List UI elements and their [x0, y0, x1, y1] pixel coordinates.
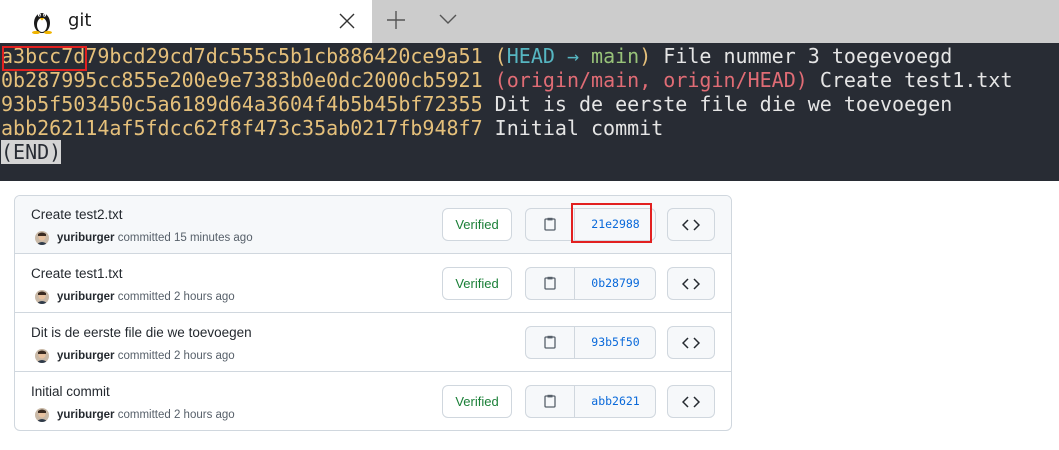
commit-byline: yuriburger committed 2 hours ago [57, 350, 235, 362]
code-icon [682, 337, 700, 349]
commit-row: Create test1.txt yuriburger committed 2 … [15, 255, 731, 313]
highlight-box [571, 203, 652, 243]
commit-title-link[interactable]: Initial commit [31, 384, 110, 399]
commit-message: File nummer 3 toegevoegd [651, 44, 953, 68]
author-link[interactable]: yuriburger [57, 350, 115, 362]
commit-hash: abb262114af5fdcc62f8f473c35ab0217fb948f7 [1, 116, 483, 140]
copy-sha-button[interactable] [526, 327, 575, 358]
verified-badge[interactable]: Verified [442, 385, 512, 418]
tab-bar: git [0, 0, 1059, 43]
head-ref: HEAD [506, 44, 555, 68]
browse-repo-button[interactable] [667, 267, 715, 300]
commit-sha-link[interactable]: abb2621 [576, 386, 655, 417]
close-icon[interactable] [338, 12, 356, 30]
user-avatar[interactable] [35, 349, 49, 363]
remote-ref: origin/HEAD [663, 68, 796, 92]
copy-sha-button[interactable] [526, 268, 575, 299]
commit-row: Dit is de eerste file die we toevoegen y… [15, 314, 731, 372]
copy-sha-button[interactable] [526, 386, 575, 417]
commit-message: Create test1.txt [807, 68, 1013, 92]
commit-title-link[interactable]: Create test1.txt [31, 266, 123, 281]
commit-hash: 0b287995cc855e200e9e7383b0e0dc2000cb5921 [1, 68, 483, 92]
verified-badge[interactable]: Verified [442, 267, 512, 300]
log-line: 0b287995cc855e200e9e7383b0e0dc2000cb5921… [1, 68, 1013, 92]
chevron-down-icon[interactable] [438, 12, 458, 26]
log-line: abb262114af5fdcc62f8f473c35ab0217fb948f7… [1, 116, 663, 140]
code-icon [682, 396, 700, 408]
author-link[interactable]: yuriburger [57, 409, 115, 421]
clipboard-icon [544, 276, 556, 290]
tab-title: git [68, 10, 92, 31]
commit-hash: 93b5f503450c5a6189d64a3604f4b5b45bf72355 [1, 92, 483, 116]
terminal-output: a3bcc7d79bcd29cd7dc555c5b1cb886420ce9a51… [0, 43, 1059, 181]
user-avatar[interactable] [35, 231, 49, 245]
plus-icon[interactable] [386, 10, 406, 30]
clipboard-icon [544, 217, 556, 231]
author-link[interactable]: yuriburger [57, 232, 115, 244]
log-line: a3bcc7d79bcd29cd7dc555c5b1cb886420ce9a51… [1, 44, 953, 68]
commit-byline: yuriburger committed 15 minutes ago [57, 232, 253, 244]
commit-title-link[interactable]: Dit is de eerste file die we toevoegen [31, 325, 252, 340]
user-avatar[interactable] [35, 408, 49, 422]
commit-message: Initial commit [482, 116, 664, 140]
browse-repo-button[interactable] [667, 326, 715, 359]
highlight-box [2, 46, 87, 71]
sha-button-group: 0b28799 [525, 267, 656, 300]
copy-sha-button[interactable] [526, 209, 575, 240]
pager-end-line: (END) [1, 140, 62, 164]
log-line: 93b5f503450c5a6189d64a3604f4b5b45bf72355… [1, 92, 952, 116]
clipboard-icon [544, 335, 556, 349]
branch-ref: main [591, 44, 640, 68]
verified-badge[interactable]: Verified [442, 208, 512, 241]
commit-sha-link[interactable]: 0b28799 [576, 268, 655, 299]
browse-repo-button[interactable] [667, 385, 715, 418]
sha-button-group: abb2621 [525, 385, 656, 418]
author-link[interactable]: yuriburger [57, 291, 115, 303]
terminal-tab[interactable]: git [0, 0, 372, 43]
commit-title-link[interactable]: Create test2.txt [31, 207, 123, 222]
linux-penguin-icon [32, 13, 52, 34]
commit-message: Dit is de eerste file die we toevoegen [482, 92, 953, 116]
commit-byline: yuriburger committed 2 hours ago [57, 291, 235, 303]
browse-repo-button[interactable] [667, 208, 715, 241]
user-avatar[interactable] [35, 290, 49, 304]
code-icon [682, 278, 700, 290]
pager-end-marker: (END) [1, 140, 62, 164]
code-icon [682, 219, 700, 231]
commit-sha-link[interactable]: 93b5f50 [576, 327, 655, 358]
remote-ref: origin/main [506, 68, 640, 92]
commit-byline: yuriburger committed 2 hours ago [57, 409, 235, 421]
commit-row: Initial commit yuriburger committed 2 ho… [15, 373, 731, 430]
sha-button-group: 93b5f50 [525, 326, 656, 359]
clipboard-icon [544, 394, 556, 408]
